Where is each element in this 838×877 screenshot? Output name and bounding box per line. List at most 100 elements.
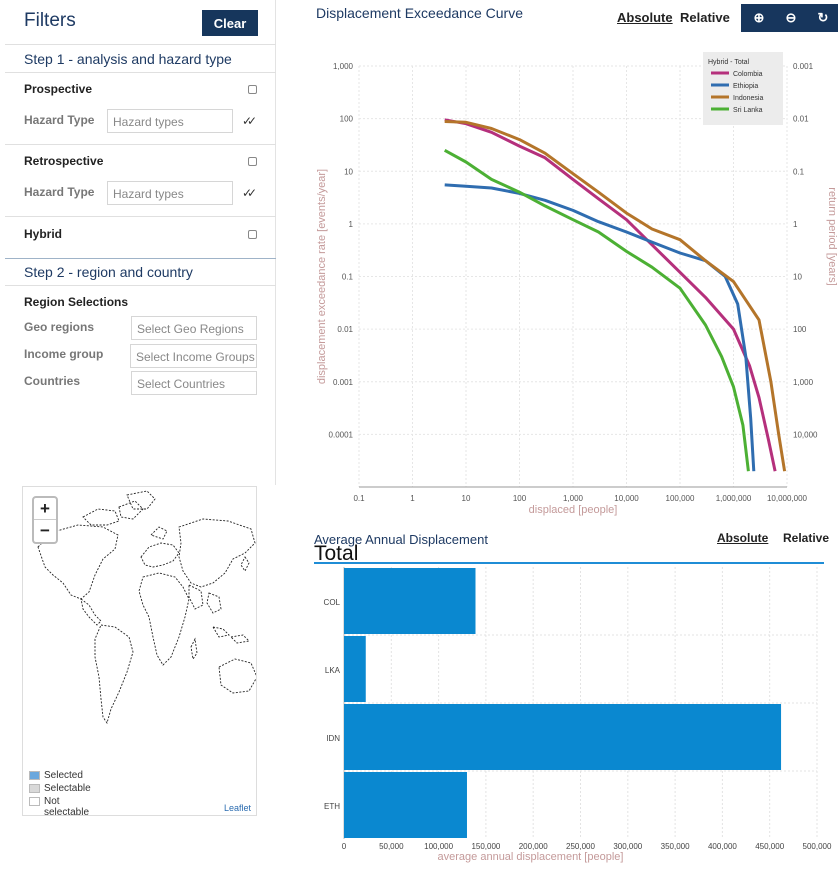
y-tick-label: 0.1	[342, 273, 354, 282]
x-tick-label: 500,000	[803, 842, 832, 851]
x-tick-label: 0	[342, 842, 347, 851]
legend-entry: Ethiopia	[733, 83, 758, 90]
y-tick-label: 100	[340, 115, 354, 124]
world-map[interactable]: + − Selected Selectable Not selectable L…	[22, 486, 257, 816]
y-tick-label: 0.001	[333, 378, 354, 387]
x-tick-label: 450,000	[755, 842, 784, 851]
step1-title: Step 1 - analysis and hazard type	[24, 51, 232, 67]
exceedance-panel: Displacement Exceedance Curve Absolute R…	[297, 0, 838, 517]
x-axis-label: displaced [people]	[529, 504, 618, 516]
income-group-label: Income group	[24, 347, 104, 361]
aad-panel: Average Annual Displacement Absolute Rel…	[297, 523, 838, 877]
y-tick-label: LKA	[325, 666, 341, 675]
geo-regions-label: Geo regions	[24, 320, 95, 334]
x-tick-label: 10	[462, 494, 471, 503]
x-tick-label: 10,000,000	[767, 494, 808, 503]
legend-label: Not selectable	[44, 796, 90, 816]
y-axis-label: displacement exceedance rate [events/yea…	[316, 169, 328, 384]
legend-swatch	[29, 784, 40, 793]
x-tick-label: 200,000	[519, 842, 548, 851]
x-tick-label: 100	[513, 494, 527, 503]
filters-panel: Filters Clear Step 1 - analysis and haza…	[5, 0, 276, 485]
step2-title: Step 2 - region and country	[24, 264, 193, 280]
check-all-icon[interactable]: ✓✓	[242, 114, 257, 128]
prospective-hazard-select[interactable]: Hazard types	[107, 109, 233, 133]
prospective-checkbox[interactable]	[248, 85, 257, 94]
legend-entry: Indonesia	[733, 95, 763, 102]
x-tick-label: 10,000	[614, 494, 639, 503]
x-axis-label: average annual displacement [people]	[438, 851, 624, 863]
hybrid-checkbox[interactable]	[248, 230, 257, 239]
x-tick-label: 100,000	[424, 842, 453, 851]
y2-tick-label: 100	[793, 325, 807, 334]
bar-lka	[344, 636, 366, 702]
aad-absolute-toggle[interactable]: Absolute	[717, 531, 768, 545]
filters-header: Filters Clear	[5, 0, 276, 45]
aad-chart: 0 50,000 100,000 150,000 200,000 250,000 300,0…	[324, 567, 832, 863]
x-tick-label: 100,000	[666, 494, 695, 503]
y2-tick-label: 0.1	[793, 167, 805, 176]
x-tick-label: 350,000	[661, 842, 690, 851]
y-tick-label: ETH	[324, 802, 340, 811]
x-tick-label: 300,000	[613, 842, 642, 851]
aad-relative-toggle[interactable]: Relative	[783, 531, 829, 545]
check-all-icon[interactable]: ✓✓	[242, 186, 257, 200]
legend-swatch	[29, 797, 40, 806]
legend-label: Selectable	[44, 783, 91, 794]
y-tick-label: 1	[349, 220, 354, 229]
income-group-select[interactable]: Select Income Groups	[130, 344, 257, 368]
zoom-out-button[interactable]: −	[34, 520, 56, 542]
y-tick-label: 10	[344, 167, 353, 176]
retrospective-checkbox[interactable]	[248, 157, 257, 166]
geo-regions-select[interactable]: Select Geo Regions	[131, 316, 257, 340]
bar-idn	[344, 704, 782, 770]
retrospective-label: Retrospective	[24, 154, 104, 168]
y2-tick-label: 10	[793, 273, 802, 282]
divider	[5, 72, 276, 73]
hybrid-label: Hybrid	[24, 227, 63, 241]
bar-eth	[344, 772, 467, 838]
map-outlines	[37, 490, 256, 725]
hazard-type-label: Hazard Type	[24, 185, 95, 199]
y2-tick-label: 10,000	[793, 430, 818, 439]
filters-title: Filters	[24, 10, 76, 31]
legend-label: Selected	[44, 770, 83, 781]
divider	[5, 258, 276, 259]
legend-swatch	[29, 771, 40, 780]
divider	[5, 144, 276, 145]
countries-select[interactable]: Select Countries	[131, 371, 257, 395]
y-tick-label: 0.0001	[329, 430, 354, 439]
series-line-colombia	[444, 118, 777, 472]
aad-title-rule	[314, 562, 824, 564]
x-tick-label: 1,000,000	[716, 494, 752, 503]
legend-title: Hybrid - Total	[708, 59, 750, 66]
x-tick-label: 150,000	[471, 842, 500, 851]
map-attribution-link[interactable]: Leaflet	[224, 803, 251, 813]
divider	[5, 216, 276, 217]
clear-button[interactable]: Clear	[202, 10, 258, 36]
zoom-control: + −	[32, 496, 58, 544]
divider	[5, 285, 276, 286]
x-tick-label: 0.1	[353, 494, 365, 503]
x-tick-label: 1,000	[563, 494, 584, 503]
countries-label: Countries	[24, 374, 81, 388]
y-tick-label: 1,000	[333, 62, 354, 71]
region-selections-label: Region Selections	[24, 295, 129, 309]
y-tick-label: COL	[324, 598, 341, 607]
x-tick-label: 50,000	[379, 842, 404, 851]
bar-col	[344, 568, 476, 634]
zoom-in-button[interactable]: +	[34, 498, 56, 520]
retrospective-hazard-select[interactable]: Hazard types	[107, 181, 233, 205]
y2-tick-label: 1	[793, 220, 798, 229]
x-tick-label: 250,000	[566, 842, 595, 851]
hazard-type-label: Hazard Type	[24, 113, 95, 127]
y2-tick-label: 0.001	[793, 62, 814, 71]
legend-entry: Colombia	[733, 71, 763, 78]
exceedance-chart: 0.1 1 10 100 1,000 10,000 100,000 1,000,000 10,0…	[316, 52, 838, 516]
y2-tick-label: 1,000	[793, 378, 814, 387]
y-tick-label: 0.01	[337, 325, 353, 334]
y-tick-label: IDN	[326, 734, 340, 743]
legend-entry: Sri Lanka	[733, 107, 763, 114]
y2-axis-label: return period [years]	[826, 187, 838, 285]
y2-tick-label: 0.01	[793, 115, 809, 124]
